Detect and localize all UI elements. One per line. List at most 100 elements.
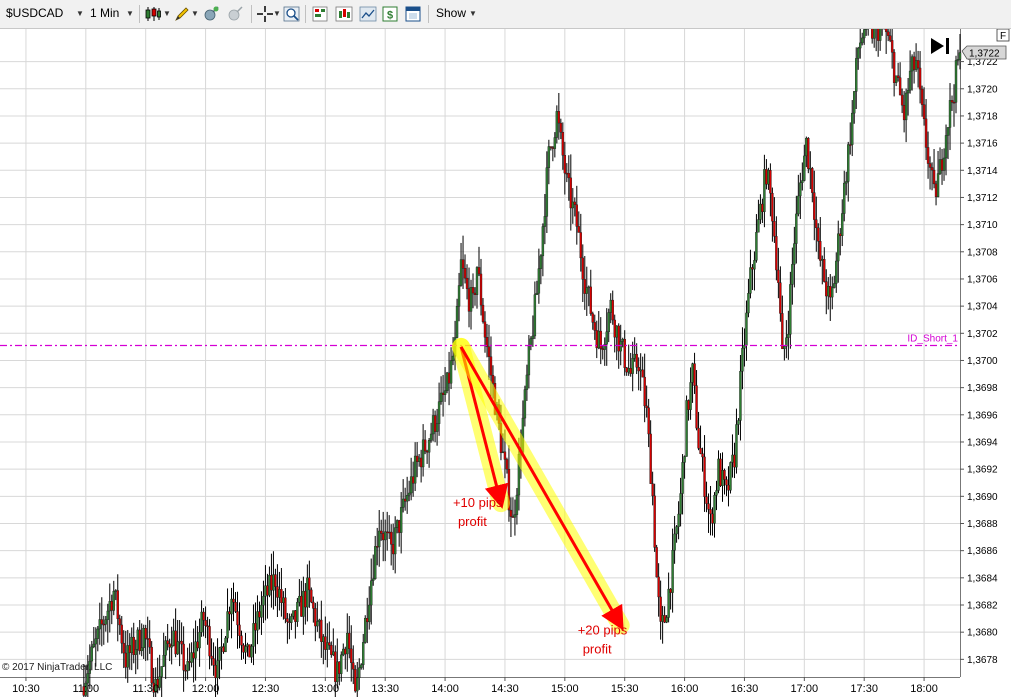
candle-body [912, 56, 916, 70]
candle-body [310, 589, 313, 603]
candle-body [168, 643, 171, 648]
candle-body [709, 509, 712, 515]
candle-body [683, 456, 686, 463]
candle-body [729, 462, 732, 491]
candle-body [667, 588, 670, 618]
candle-body [100, 619, 103, 625]
candle-body [196, 641, 199, 649]
candle-body [192, 652, 195, 659]
candle-body [563, 155, 567, 174]
candle-body [689, 382, 692, 410]
candle-body [803, 155, 806, 181]
candle-body [481, 304, 485, 322]
candle-body [653, 495, 656, 548]
x-tick-label: 11:00 [72, 683, 99, 695]
candle-body [387, 531, 391, 534]
candle-body [543, 216, 547, 227]
interval-selector[interactable]: 1 Min [90, 6, 119, 20]
candle-body [725, 479, 728, 486]
candle-body [126, 645, 129, 668]
candle-body [619, 341, 622, 352]
instrument-dropdown-icon[interactable]: ▼ [76, 9, 84, 18]
candle-body [511, 516, 515, 518]
candle-body [613, 319, 616, 338]
candle-body [795, 213, 798, 244]
candle-body [435, 423, 439, 432]
candle-body [360, 664, 363, 668]
zoom-icon[interactable] [283, 5, 301, 23]
chart-toolbar: $USDCAD ▼ 1 Min ▼ ▼ ▼ ▼ $ Show ▼ [0, 0, 1011, 29]
candle-body [900, 94, 904, 106]
candle-body [805, 137, 808, 157]
candle-body [439, 392, 443, 402]
price-chart[interactable]: ID_Short_1 +10 pipsprofit+20 pipsprofit … [0, 29, 1011, 697]
candle-body [364, 618, 367, 643]
candle-body [94, 638, 98, 645]
candle-body [407, 492, 411, 496]
candle-body [673, 533, 676, 551]
candle-body [489, 356, 493, 376]
candle-body [479, 273, 483, 306]
candle-body [627, 368, 630, 373]
x-tick-label: 15:30 [611, 683, 639, 695]
strategies-icon[interactable] [311, 5, 329, 23]
candle-body [942, 157, 946, 171]
candle-body [204, 619, 207, 626]
candle-body [320, 619, 323, 642]
toolbar-divider [251, 5, 252, 23]
candle-body [340, 654, 343, 674]
data-series-icon[interactable] [335, 5, 353, 23]
candle-body [745, 312, 748, 346]
candle-body [801, 180, 804, 183]
candle-body [864, 29, 868, 30]
drawing-dropdown-icon[interactable]: ▼ [191, 9, 199, 18]
order-entry-icon[interactable]: $ [381, 5, 399, 23]
candle-body [266, 585, 269, 596]
candle-body [918, 67, 922, 90]
candle-body [777, 269, 780, 283]
candle-body [773, 221, 776, 237]
candle-body [695, 385, 698, 429]
candle-body [86, 673, 90, 684]
y-tick-label: 1,3716 [967, 139, 998, 150]
candle-body [421, 439, 425, 468]
annotation-text: +10 pips [453, 495, 503, 510]
show-menu[interactable]: Show [436, 6, 466, 20]
candle-body [775, 236, 778, 271]
x-tick-label: 10:30 [12, 683, 40, 695]
show-dropdown-icon[interactable]: ▼ [469, 9, 477, 18]
candlestick-style-icon[interactable] [144, 5, 162, 23]
chart-style-dropdown-icon[interactable]: ▼ [163, 9, 171, 18]
remove-indicator-icon[interactable] [226, 5, 244, 23]
copyright-text: © 2017 NinjaTrader, LLC [2, 662, 112, 673]
candle-body [663, 615, 666, 623]
y-tick-label: 1,3706 [967, 274, 998, 285]
candle-body [849, 144, 852, 146]
candle-body [861, 37, 864, 44]
candle-body [202, 611, 205, 621]
candle-body [224, 637, 227, 653]
pencil-draw-icon[interactable] [173, 5, 191, 23]
candle-body [180, 640, 183, 645]
crosshair-dropdown-icon[interactable]: ▼ [273, 9, 281, 18]
candle-body [122, 642, 125, 654]
candle-body [755, 231, 758, 261]
candle-body [391, 544, 395, 555]
candle-body [501, 451, 505, 454]
candle-body [352, 662, 355, 670]
window-icon[interactable] [404, 5, 422, 23]
instrument-selector[interactable]: $USDCAD [6, 6, 63, 20]
candle-body [240, 635, 243, 646]
chart-properties-icon[interactable] [359, 5, 377, 23]
add-indicator-icon[interactable] [202, 5, 220, 23]
crosshair-icon[interactable] [256, 5, 274, 23]
candle-body [218, 647, 221, 661]
candle-body [238, 624, 241, 636]
candle-body [876, 29, 880, 41]
candle-body [160, 666, 163, 677]
y-tick-label: 1,3680 [967, 628, 998, 639]
scroll-to-end-icon[interactable] [931, 38, 949, 54]
candle-body [370, 580, 373, 606]
candle-body [457, 285, 461, 307]
interval-dropdown-icon[interactable]: ▼ [126, 9, 134, 18]
